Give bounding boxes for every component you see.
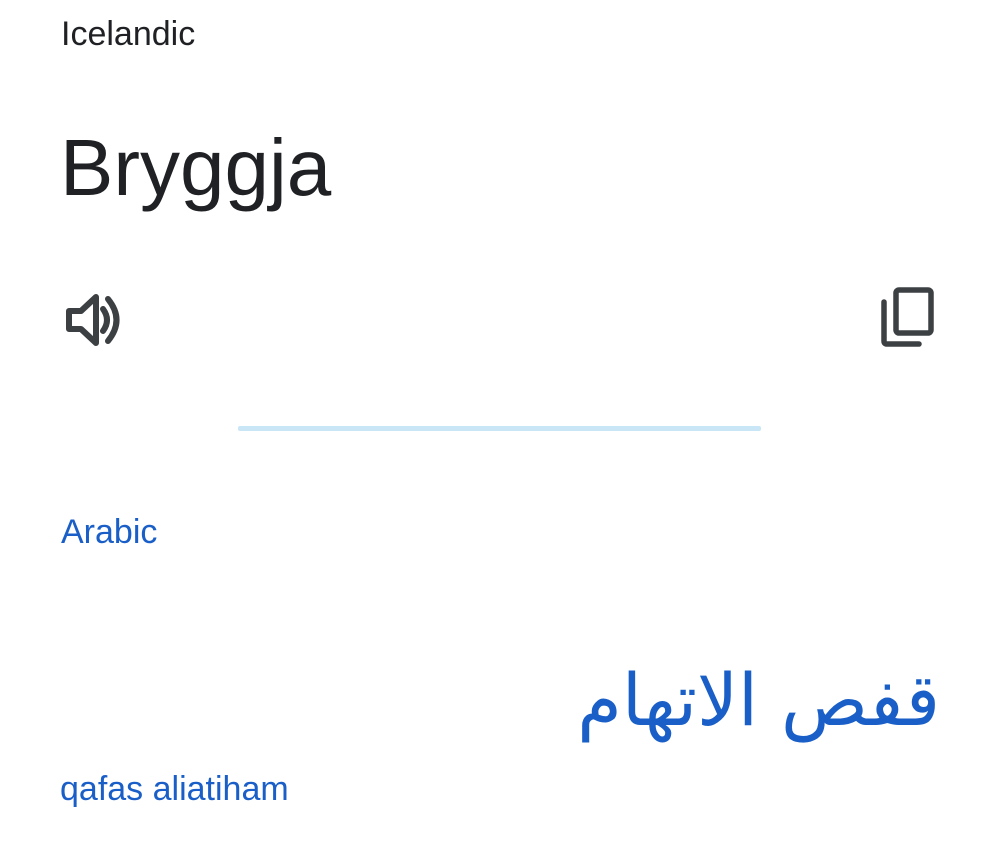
translation-card: Icelandic Bryggja Arabic قفص الاتهام qaf… <box>0 0 1000 862</box>
target-language-label: Arabic <box>61 513 158 551</box>
section-divider <box>238 426 761 431</box>
copy-button[interactable] <box>874 282 940 352</box>
listen-button[interactable] <box>62 288 126 352</box>
transliteration-text: qafas aliatiham <box>60 770 289 808</box>
speaker-icon <box>66 294 120 346</box>
source-language-label: Icelandic <box>61 15 196 53</box>
source-text: Bryggja <box>60 123 332 212</box>
copy-icon <box>881 287 934 347</box>
translated-text: قفص الاتهام <box>577 658 940 742</box>
